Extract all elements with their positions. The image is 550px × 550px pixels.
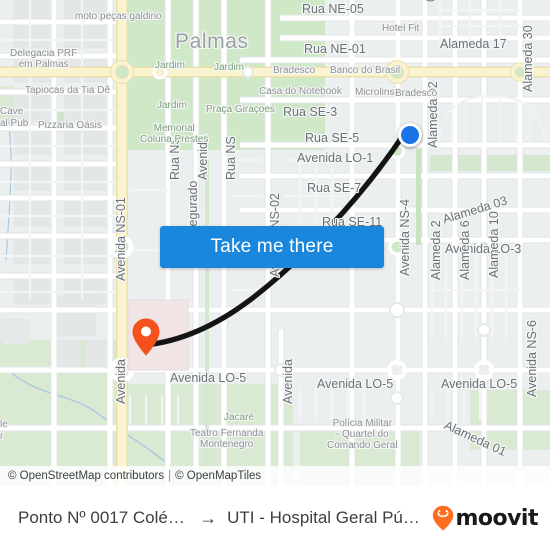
attribution-separator: | xyxy=(168,470,172,482)
attribution-maptiles[interactable]: © OpenMapTiles xyxy=(175,470,261,482)
map-canvas[interactable]: Rua NE-05 Rua NE-01 Alameda 17 Rua SE-3 Rua … xyxy=(0,0,550,486)
take-me-there-label: Take me there xyxy=(210,236,334,257)
moovit-pin-icon xyxy=(433,505,454,531)
destination-marker[interactable] xyxy=(131,317,161,357)
route-arrow-icon: → xyxy=(199,507,218,528)
attribution-osm[interactable]: © OpenStreetMap contributors xyxy=(8,470,164,482)
map-attribution: © OpenStreetMap contributors | © OpenMap… xyxy=(0,466,550,486)
origin-marker[interactable] xyxy=(398,123,422,147)
moovit-logo[interactable]: moovit xyxy=(432,505,538,531)
moovit-wordmark: moovit xyxy=(455,505,538,531)
route-destination-label: UTI - Hospital Geral Públi… xyxy=(227,508,427,527)
route-summary: Ponto Nº 0017 Colégi… → UTI - Hospital G… xyxy=(18,508,426,529)
route-origin-label: Ponto Nº 0017 Colégi… xyxy=(18,508,190,527)
route-footer-bar: Ponto Nº 0017 Colégi… → UTI - Hospital G… xyxy=(0,486,550,550)
moovit-route-screen: Rua NE-05 Rua NE-01 Alameda 17 Rua SE-3 Rua … xyxy=(0,0,550,550)
take-me-there-button[interactable]: Take me there xyxy=(160,226,384,268)
